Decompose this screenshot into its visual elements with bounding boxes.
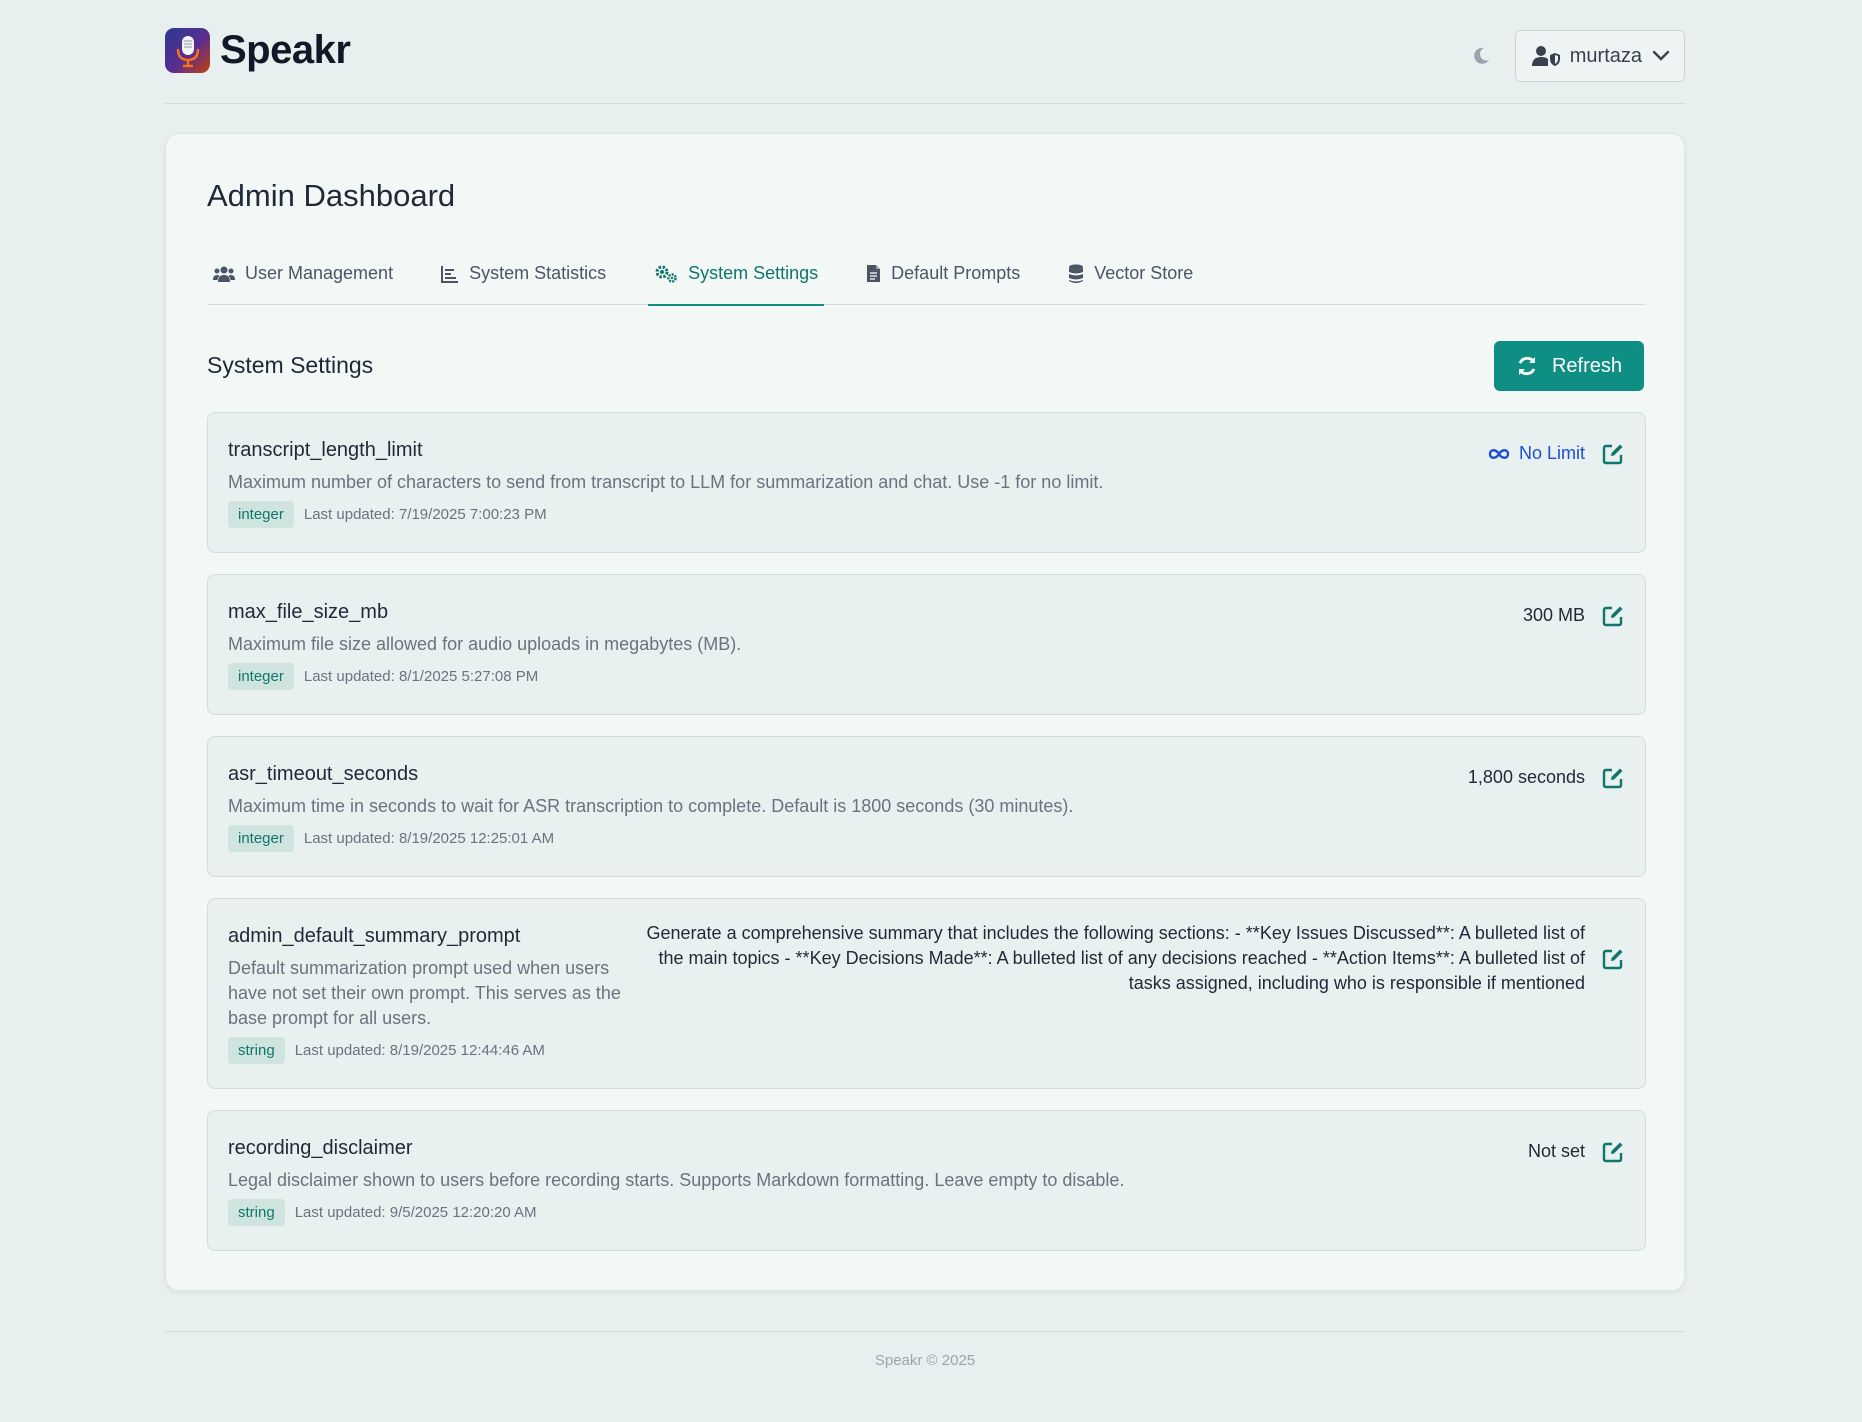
user-name: murtaza (1569, 44, 1642, 67)
setting-admin-default-summary-prompt: admin_default_summary_prompt Default sum… (207, 898, 1646, 1089)
tab-default-prompts[interactable]: Default Prompts (860, 242, 1026, 305)
type-badge: string (228, 1199, 285, 1226)
setting-description: Maximum file size allowed for audio uplo… (228, 634, 742, 654)
setting-meta: integer Last updated: 8/19/2025 12:25:01… (228, 825, 554, 852)
tab-system-statistics[interactable]: System Statistics (435, 242, 612, 305)
chart-bar-icon (441, 265, 459, 283)
edit-setting-button[interactable] (1601, 442, 1625, 466)
app-name: Speakr (220, 28, 351, 72)
user-shield-icon (1531, 46, 1560, 66)
last-updated: Last updated: 8/19/2025 12:44:46 AM (294, 1042, 545, 1059)
setting-asr-timeout-seconds: asr_timeout_seconds Maximum time in seco… (207, 736, 1646, 877)
tab-label: Default Prompts (891, 263, 1021, 283)
last-updated: Last updated: 7/19/2025 7:00:23 PM (303, 506, 547, 523)
setting-description: Maximum time in seconds to wait for ASR … (228, 796, 1074, 816)
edit-setting-button[interactable] (1601, 766, 1625, 790)
admin-dashboard-card: Admin Dashboard User Management System S… (165, 133, 1685, 1291)
refresh-label: Refresh (1551, 354, 1622, 377)
brand[interactable]: Speakr (165, 28, 351, 73)
page-title: Admin Dashboard (207, 178, 456, 213)
tab-label: User Management (245, 263, 394, 283)
setting-description: Default summarization prompt used when u… (228, 958, 621, 1028)
setting-value: 1,800 seconds (1467, 767, 1585, 787)
edit-setting-button[interactable] (1601, 1140, 1625, 1164)
microphone-logo-icon (165, 28, 210, 73)
tab-label: Vector Store (1094, 263, 1194, 283)
last-updated: Last updated: 8/1/2025 5:27:08 PM (303, 668, 539, 685)
setting-value-text: No Limit (1518, 443, 1585, 463)
setting-description: Maximum number of characters to send fro… (228, 472, 1104, 492)
dashboard-tabs: User Management System Statistics System… (207, 242, 1645, 306)
page: Speakr murtaza Admin Dashboard User Mana… (0, 0, 1862, 1422)
type-badge: integer (228, 825, 294, 852)
setting-key: transcript_length_limit (228, 439, 423, 461)
moon-icon (1473, 47, 1489, 64)
edit-setting-button[interactable] (1601, 947, 1625, 971)
edit-icon (1602, 606, 1623, 627)
tab-system-settings[interactable]: System Settings (648, 242, 825, 306)
setting-key: asr_timeout_seconds (228, 763, 419, 785)
setting-value: 300 MB (1522, 605, 1585, 625)
file-text-icon (867, 265, 881, 282)
last-updated: Last updated: 8/19/2025 12:25:01 AM (303, 830, 555, 847)
setting-value: No Limit (1487, 441, 1585, 466)
footer: Speakr © 2025 (165, 1331, 1685, 1369)
user-menu-button[interactable]: murtaza (1514, 30, 1685, 82)
edit-icon (1602, 1142, 1623, 1163)
setting-transcript-length-limit: transcript_length_limit Maximum number o… (207, 412, 1646, 553)
edit-icon (1602, 949, 1623, 970)
section-title: System Settings (207, 352, 374, 378)
refresh-icon (1518, 356, 1536, 376)
tab-label: System Statistics (469, 263, 607, 283)
setting-key: recording_disclaimer (228, 1137, 413, 1159)
type-badge: string (228, 1037, 285, 1064)
setting-meta: string Last updated: 9/5/2025 12:20:20 A… (228, 1199, 537, 1226)
setting-key: max_file_size_mb (228, 601, 389, 623)
database-icon (1069, 264, 1084, 283)
infinity-icon (1488, 448, 1510, 459)
refresh-button[interactable]: Refresh (1493, 341, 1644, 391)
tab-user-management[interactable]: User Management (207, 242, 399, 305)
footer-text: Speakr © 2025 (874, 1352, 976, 1369)
setting-meta: string Last updated: 8/19/2025 12:44:46 … (228, 1037, 545, 1064)
users-icon (213, 266, 235, 282)
cogs-icon (655, 265, 677, 283)
edit-icon (1602, 768, 1623, 789)
setting-value: Generate a comprehensive summary that in… (646, 923, 1585, 993)
last-updated: Last updated: 9/5/2025 12:20:20 AM (294, 1204, 537, 1221)
setting-value: Not set (1527, 1141, 1585, 1161)
setting-max-file-size-mb: max_file_size_mb Maximum file size allow… (207, 574, 1646, 715)
type-badge: integer (228, 663, 294, 690)
tab-vector-store[interactable]: Vector Store (1062, 242, 1199, 305)
edit-setting-button[interactable] (1601, 604, 1625, 628)
setting-recording-disclaimer: recording_disclaimer Legal disclaimer sh… (207, 1110, 1646, 1251)
theme-toggle-button[interactable] (1467, 42, 1495, 70)
type-badge: integer (228, 501, 294, 528)
header-actions: murtaza (1467, 30, 1685, 82)
setting-meta: integer Last updated: 8/1/2025 5:27:08 P… (228, 663, 538, 690)
setting-key: admin_default_summary_prompt (228, 925, 521, 947)
setting-meta: integer Last updated: 7/19/2025 7:00:23 … (228, 501, 547, 528)
tab-label: System Settings (688, 263, 819, 283)
edit-icon (1602, 444, 1623, 465)
top-header: Speakr murtaza (165, 28, 1685, 104)
chevron-down-icon (1652, 50, 1670, 61)
setting-description: Legal disclaimer shown to users before r… (228, 1170, 1125, 1190)
